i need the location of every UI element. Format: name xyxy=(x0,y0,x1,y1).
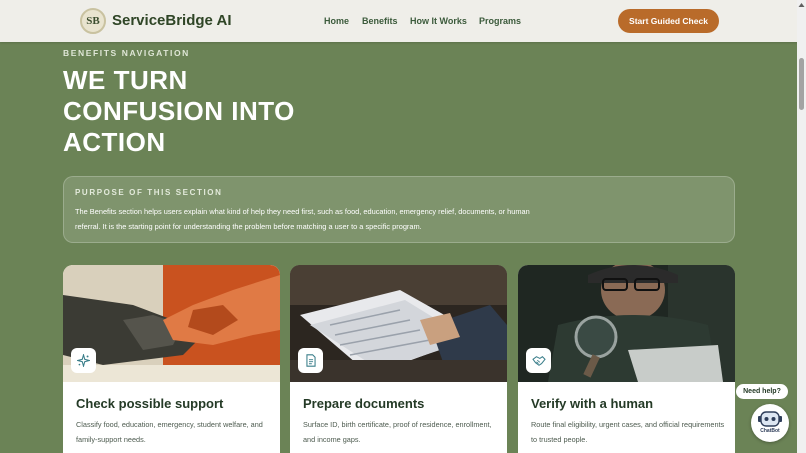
chatbot-button[interactable]: ChatBot xyxy=(751,404,789,442)
scrollbar-thumb[interactable] xyxy=(799,58,804,110)
nav-link-home[interactable]: Home xyxy=(324,16,349,26)
card-title: Prepare documents xyxy=(303,396,425,411)
card-description: Route final eligibility, urgent cases, a… xyxy=(531,420,725,444)
sparkle-icon xyxy=(71,348,96,373)
document-icon xyxy=(298,348,323,373)
start-guided-check-button[interactable]: Start Guided Check xyxy=(618,9,719,33)
vertical-scrollbar[interactable] xyxy=(797,0,806,453)
card-title: Check possible support xyxy=(76,396,224,411)
purpose-text: The Benefits section helps users explain… xyxy=(75,207,530,231)
page: SB ServiceBridge AI Home Benefits How It… xyxy=(0,0,797,453)
scroll-up-icon[interactable] xyxy=(798,2,805,8)
card-description: Surface ID, birth certificate, proof of … xyxy=(303,420,492,444)
robot-icon xyxy=(758,411,782,427)
card-prepare-documents[interactable]: Prepare documents Surface ID, birth cert… xyxy=(290,265,507,453)
purpose-panel: PURPOSE OF THIS SECTION The Benefits sec… xyxy=(63,176,735,243)
top-navbar: SB ServiceBridge AI Home Benefits How It… xyxy=(0,0,797,42)
card-description: Classify food, education, emergency, stu… xyxy=(76,420,263,444)
chatbot-label: ChatBot xyxy=(760,428,780,434)
card-verify-human[interactable]: Verify with a human Route final eligibil… xyxy=(518,265,735,453)
page-title: WE TURN CONFUSION INTO ACTION xyxy=(63,65,295,157)
logo-icon[interactable]: SB xyxy=(80,8,106,34)
need-help-bubble[interactable]: Need help? xyxy=(736,384,788,399)
card-check-support[interactable]: Check possible support Classify food, ed… xyxy=(63,265,280,453)
section-eyebrow: BENEFITS NAVIGATION xyxy=(63,48,190,58)
nav-link-programs[interactable]: Programs xyxy=(479,16,521,26)
nav-link-how-it-works[interactable]: How It Works xyxy=(410,16,467,26)
logo-text: SB xyxy=(86,15,100,27)
nav-link-benefits[interactable]: Benefits xyxy=(362,16,398,26)
handshake-icon xyxy=(526,348,551,373)
card-title: Verify with a human xyxy=(531,396,654,411)
brand-name[interactable]: ServiceBridge AI xyxy=(112,12,232,29)
purpose-title: PURPOSE OF THIS SECTION xyxy=(75,188,223,197)
